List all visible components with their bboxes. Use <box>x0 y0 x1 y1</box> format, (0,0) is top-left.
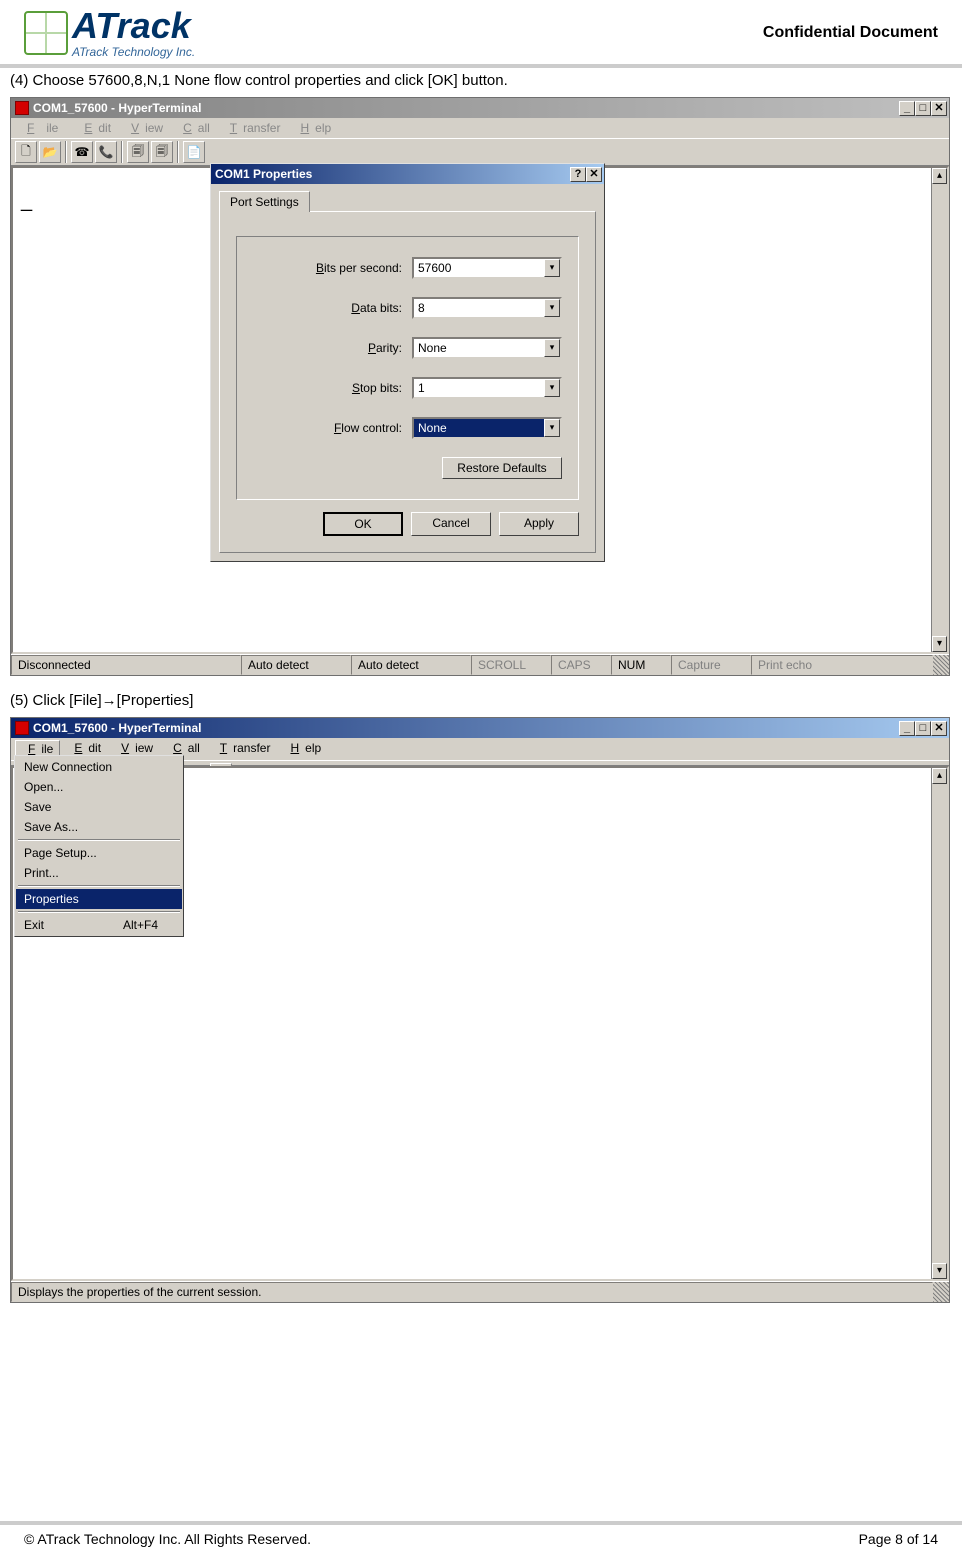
window-title-1: COM1_57600 - HyperTerminal <box>33 101 202 115</box>
open-icon[interactable]: 📂 <box>39 141 61 163</box>
menu-item-properties[interactable]: Properties <box>16 889 182 909</box>
menu-edit[interactable]: Edit <box>72 120 117 136</box>
apply-button[interactable]: Apply <box>499 512 579 536</box>
status-autodetect1: Auto detect <box>241 655 351 675</box>
maximize-button[interactable]: □ <box>915 721 931 736</box>
status-disconnected: Disconnected <box>11 655 241 675</box>
titlebar-1[interactable]: COM1_57600 - HyperTerminal _ □ ✕ <box>11 98 949 118</box>
status-scroll: SCROLL <box>471 655 551 675</box>
page-footer: © ATrack Technology Inc. All Rights Rese… <box>0 1521 962 1547</box>
logo-sub-text: ATrack Technology Inc. <box>72 46 195 58</box>
titlebar-2[interactable]: COM1_57600 - HyperTerminal _ □ ✕ <box>11 718 949 738</box>
statusbar-1: Disconnected Auto detect Auto detect SCR… <box>11 654 949 675</box>
file-menu-dropdown: New Connection Open... Save Save As... P… <box>14 755 184 937</box>
receive-icon[interactable]: 🗐 <box>151 141 173 163</box>
status-capture: Capture <box>671 655 751 675</box>
close-button[interactable]: ✕ <box>931 101 947 116</box>
menu-item-save-as[interactable]: Save As... <box>16 817 182 837</box>
resize-grip-icon[interactable] <box>933 655 949 675</box>
menu-item-new-connection[interactable]: New Connection <box>16 757 182 777</box>
properties-icon[interactable]: 📄 <box>183 141 205 163</box>
label-bits-per-second: Bits per second: <box>316 261 402 275</box>
shortcut-exit: Alt+F4 <box>123 918 158 932</box>
combo-bits-per-second[interactable]: 57600▾ <box>412 257 562 279</box>
chevron-down-icon[interactable]: ▾ <box>544 299 560 317</box>
minimize-button[interactable]: _ <box>899 101 915 116</box>
menu-separator <box>18 911 180 913</box>
vertical-scrollbar[interactable]: ▴ ▾ <box>931 768 947 1279</box>
window-title-2: COM1_57600 - HyperTerminal <box>33 721 202 735</box>
copyright-text: © ATrack Technology Inc. All Rights Rese… <box>24 1531 311 1547</box>
menu-item-save[interactable]: Save <box>16 797 182 817</box>
send-icon[interactable]: 🗐 <box>127 141 149 163</box>
dialog-title: COM1 Properties <box>215 167 312 181</box>
page-header: ATrack ATrack Technology Inc. Confidenti… <box>0 0 962 68</box>
menu-help[interactable]: Help <box>288 120 337 136</box>
toolbar-1: 🗋 📂 ☎ 📞 🗐 🗐 📄 <box>11 138 949 166</box>
close-button[interactable]: ✕ <box>931 721 947 736</box>
restore-defaults-button[interactable]: Restore Defaults <box>442 457 562 479</box>
combo-flow-control[interactable]: None▾ <box>412 417 562 439</box>
scroll-up-icon[interactable]: ▴ <box>932 768 947 784</box>
logo-main-text: ATrack <box>72 8 195 44</box>
status-printecho: Print echo <box>751 655 933 675</box>
app-icon <box>15 101 29 115</box>
chevron-down-icon[interactable]: ▾ <box>544 259 560 277</box>
app-icon <box>15 721 29 735</box>
page-number: Page 8 of 14 <box>859 1531 938 1547</box>
dialog-titlebar[interactable]: COM1 Properties ? ✕ <box>211 164 604 184</box>
disconnect-icon[interactable]: 📞 <box>95 141 117 163</box>
minimize-button[interactable]: _ <box>899 721 915 736</box>
status-caps: CAPS <box>551 655 611 675</box>
cancel-button[interactable]: Cancel <box>411 512 491 536</box>
menu-transfer[interactable]: Transfer <box>218 120 287 136</box>
logo-crosshair-icon <box>24 11 68 55</box>
label-stop-bits: Stop bits: <box>352 381 402 395</box>
menu-file[interactable]: File <box>15 120 70 136</box>
vertical-scrollbar[interactable]: ▴ ▾ <box>931 168 947 652</box>
menu-view[interactable]: View <box>119 120 169 136</box>
menu-item-exit[interactable]: ExitAlt+F4 <box>16 915 182 935</box>
logo: ATrack ATrack Technology Inc. <box>24 8 195 58</box>
confidential-label: Confidential Document <box>763 24 938 42</box>
caret: _ <box>21 190 32 213</box>
new-icon[interactable]: 🗋 <box>15 141 37 163</box>
status-autodetect2: Auto detect <box>351 655 471 675</box>
status-num: NUM <box>611 655 671 675</box>
tab-port-settings[interactable]: Port Settings <box>219 191 310 212</box>
menu-item-open[interactable]: Open... <box>16 777 182 797</box>
menu-separator <box>18 885 180 887</box>
combo-parity[interactable]: None▾ <box>412 337 562 359</box>
dialog-help-button[interactable]: ? <box>570 167 586 182</box>
scroll-up-icon[interactable]: ▴ <box>932 168 947 184</box>
ok-button[interactable]: OK <box>323 512 403 536</box>
com1-properties-dialog: COM1 Properties ? ✕ Port Settings Bits p… <box>210 163 605 562</box>
combo-stop-bits[interactable]: 1▾ <box>412 377 562 399</box>
combo-data-bits[interactable]: 8▾ <box>412 297 562 319</box>
resize-grip-icon[interactable] <box>933 1282 949 1302</box>
step4-text: (4) Choose 57600,8,N,1 None flow control… <box>0 68 962 97</box>
dialog-close-button[interactable]: ✕ <box>586 167 602 182</box>
menu-transfer[interactable]: Transfer <box>208 740 277 758</box>
connect-icon[interactable]: ☎ <box>71 141 93 163</box>
scroll-down-icon[interactable]: ▾ <box>932 636 947 652</box>
step5-text: (5) Click [File]→[Properties] <box>0 688 962 717</box>
chevron-down-icon[interactable]: ▾ <box>544 419 560 437</box>
menu-item-print[interactable]: Print... <box>16 863 182 883</box>
chevron-down-icon[interactable]: ▾ <box>544 339 560 357</box>
label-data-bits: Data bits: <box>351 301 402 315</box>
statusbar-2: Displays the properties of the current s… <box>11 1281 949 1302</box>
menu-separator <box>18 839 180 841</box>
maximize-button[interactable]: □ <box>915 101 931 116</box>
menu-item-page-setup[interactable]: Page Setup... <box>16 843 182 863</box>
menu-help[interactable]: Help <box>278 740 327 758</box>
chevron-down-icon[interactable]: ▾ <box>544 379 560 397</box>
label-flow-control: Flow control: <box>334 421 402 435</box>
label-parity: Parity: <box>368 341 402 355</box>
menubar-1: File Edit View Call Transfer Help <box>11 118 949 138</box>
menu-call[interactable]: Call <box>171 120 216 136</box>
scroll-down-icon[interactable]: ▾ <box>932 1263 947 1279</box>
status-message: Displays the properties of the current s… <box>11 1282 933 1302</box>
